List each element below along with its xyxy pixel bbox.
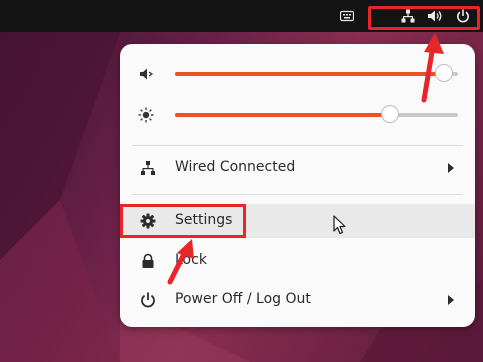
menu-item-wired-connected[interactable]: Wired Connected [120,151,475,185]
brightness-icon [138,107,154,123]
menu-divider [132,145,463,146]
menu-item-lock[interactable]: Lock [120,244,475,278]
mouse-cursor-icon [333,215,346,235]
system-menu: Wired Connected Settings Lock Power Off … [120,44,475,327]
submenu-arrow-icon [448,163,454,173]
brightness-slider-fill [175,113,391,117]
menu-divider [132,194,463,195]
network-wired-icon [140,160,156,176]
menu-item-power-off-log-out[interactable]: Power Off / Log Out [120,283,475,317]
keyboard-icon[interactable] [339,8,355,24]
lock-icon [140,253,156,269]
menu-item-label: Power Off / Log Out [175,291,311,307]
power-icon [140,292,156,308]
menu-item-label: Lock [175,252,207,268]
brightness-slider-row [120,100,475,130]
volume-slider[interactable] [175,64,458,82]
submenu-arrow-icon [448,295,454,305]
tray-annotation-box [368,6,480,30]
volume-icon [138,66,154,82]
brightness-slider[interactable] [175,105,458,123]
volume-slider-row [120,59,475,89]
brightness-slider-thumb[interactable] [381,105,400,123]
volume-slider-thumb[interactable] [434,64,453,82]
volume-slider-fill [175,72,444,76]
settings-annotation-box [120,204,246,238]
menu-item-label: Wired Connected [175,159,296,175]
